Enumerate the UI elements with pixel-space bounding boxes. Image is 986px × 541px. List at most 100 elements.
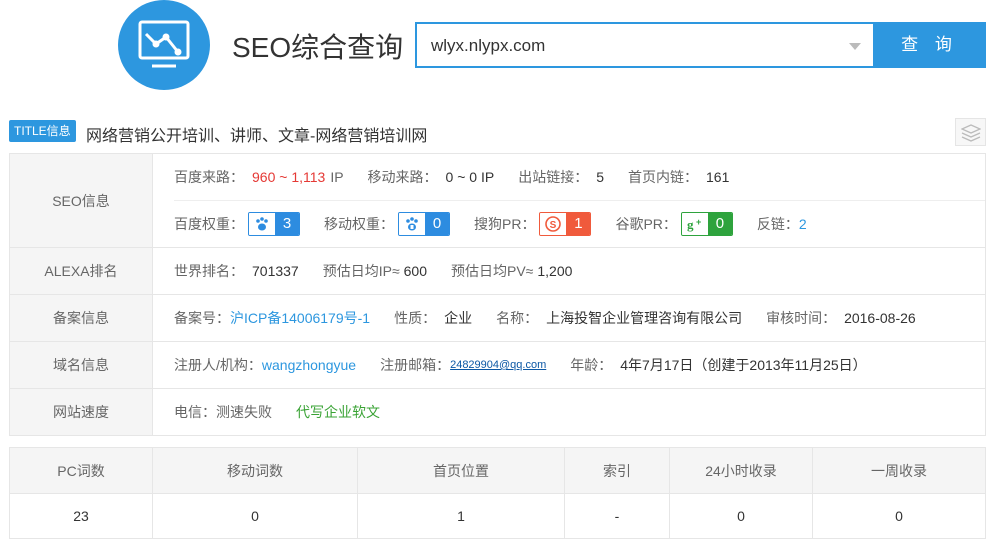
- mobile-paw-icon: [399, 213, 425, 235]
- inner-links-label: 首页内链：: [628, 169, 698, 185]
- alexa-content: 世界排名： 701337 预估日均IP≈ 600 预估日均PV≈ 1,200: [152, 247, 986, 295]
- kw-value-homepage: 1: [357, 493, 565, 539]
- sogou-pr-value: 1: [566, 213, 591, 235]
- icp-nature-label: 性质：: [394, 310, 437, 326]
- baidu-weight-label: 百度权重：: [174, 216, 244, 232]
- alexa-line: 世界排名： 701337 预估日均IP≈ 600 预估日均PV≈ 1,200: [174, 248, 985, 294]
- domain-label: 域名信息: [9, 341, 153, 389]
- search-box[interactable]: [415, 22, 873, 68]
- kw-header-mobile: 移动词数: [152, 447, 358, 494]
- registrant-link[interactable]: wangzhongyue: [262, 357, 356, 373]
- outbound-value: 5: [596, 169, 604, 185]
- speed-line: 电信： 测速失败 代写企业软文: [174, 389, 985, 435]
- svg-text:+: +: [696, 217, 701, 227]
- kw-value-mobile: 0: [152, 493, 358, 539]
- daily-pv-value: 1,200: [537, 263, 573, 279]
- baidu-weight: 百度权重： 3: [174, 212, 300, 236]
- daily-pv-label: 预估日均PV≈: [451, 263, 534, 279]
- layers-icon: [961, 124, 981, 142]
- search-button[interactable]: 查 询: [873, 22, 986, 68]
- registrant: 注册人/机构： wangzhongyue: [174, 355, 356, 375]
- logo[interactable]: [118, 0, 210, 90]
- registrant-label: 注册人/机构：: [174, 357, 262, 373]
- kw-header-homepage: 首页位置: [357, 447, 565, 494]
- inner-links: 首页内链： 161: [628, 167, 729, 187]
- telecom-value: 测速失败: [216, 404, 272, 420]
- title-info-badge: TITLE信息: [9, 120, 76, 142]
- ad-link[interactable]: 代写企业软文: [296, 402, 380, 422]
- icp-nature-value: 企业: [444, 310, 473, 326]
- world-rank-label: 世界排名：: [174, 263, 244, 279]
- telecom-label: 电信：: [174, 404, 216, 420]
- mobile-weight-value: 0: [425, 213, 449, 235]
- domain-content: 注册人/机构： wangzhongyue 注册邮箱： 24829904@qq.c…: [152, 341, 986, 389]
- svg-text:g: g: [687, 217, 694, 232]
- header: SEO综合查询 查 询: [0, 0, 986, 96]
- icp-content: 备案号： 沪ICP备14006179号-1 性质： 企业 名称： 上海投智企业管…: [152, 294, 986, 342]
- chevron-down-icon[interactable]: [849, 43, 861, 50]
- mobile-weight-badge[interactable]: 0: [398, 212, 450, 236]
- kw-value-week: 0: [812, 493, 986, 539]
- inner-links-value: 161: [706, 169, 730, 185]
- icp-name-label: 名称：: [496, 310, 539, 326]
- mobile-traffic-label: 移动来路：: [367, 169, 438, 185]
- search-input[interactable]: [429, 34, 833, 58]
- svg-text:S: S: [550, 220, 557, 231]
- seo-traffic-line: 百度来路： 960 ~ 1,113 IP 移动来路： 0 ~ 0 IP 出站链接…: [174, 154, 985, 200]
- icp-review: 审核时间： 2016-08-26: [766, 308, 916, 328]
- age-label: 年龄：: [570, 357, 613, 373]
- domain-age: 年龄： 4年7月17日（创建于2013年11月25日）: [570, 355, 866, 375]
- outbound-label: 出站链接：: [518, 169, 589, 185]
- daily-ip-label: 预估日均IP≈: [322, 263, 400, 279]
- google-label: 谷歌PR：: [615, 216, 677, 232]
- google-pr-badge[interactable]: g + 0: [680, 212, 733, 236]
- alexa-row: ALEXA排名 世界排名： 701337 预估日均IP≈ 600 预估日均PV≈…: [9, 247, 986, 295]
- sogou-icon: S: [540, 213, 567, 235]
- sogou-pr-badge[interactable]: S 1: [539, 212, 592, 236]
- google-pr: 谷歌PR： g + 0: [615, 212, 733, 236]
- baidu-traffic-unit: IP: [330, 169, 344, 185]
- layers-button[interactable]: [955, 118, 986, 146]
- seo-row: SEO信息 百度来路： 960 ~ 1,113 IP 移动来路： 0 ~ 0 I…: [9, 153, 986, 248]
- seo-label: SEO信息: [9, 153, 153, 248]
- registrant-email: 注册邮箱： 24829904@qq.com: [380, 355, 546, 375]
- telecom-speed: 电信： 测速失败: [174, 402, 272, 422]
- daily-ip-value: 600: [403, 263, 427, 279]
- google-plus-icon: g +: [681, 213, 708, 235]
- baidu-traffic-value: 960 ~ 1,113: [252, 169, 326, 185]
- domain-row: 域名信息 注册人/机构： wangzhongyue 注册邮箱： 24829904…: [9, 341, 986, 389]
- site-title-text: 网络营销公开培训、讲师、文章-网络营销培训网: [86, 128, 428, 145]
- icp-number: 备案号： 沪ICP备14006179号-1: [174, 308, 370, 328]
- icp-name: 名称： 上海投智企业管理咨询有限公司: [496, 308, 742, 328]
- mobile-traffic: 移动来路： 0 ~ 0 IP: [368, 167, 495, 187]
- outbound-links: 出站链接： 5: [518, 167, 604, 187]
- kw-header-24h: 24小时收录: [669, 447, 813, 494]
- kw-header-pc: PC词数: [9, 447, 153, 494]
- backlinks-link[interactable]: 2: [799, 216, 807, 232]
- icp-number-label: 备案号：: [174, 310, 230, 326]
- mobile-weight-label: 移动权重：: [324, 216, 394, 232]
- icp-number-link[interactable]: 沪ICP备14006179号-1: [230, 308, 370, 328]
- domain-line: 注册人/机构： wangzhongyue 注册邮箱： 24829904@qq.c…: [174, 342, 985, 388]
- keyword-table: PC词数 移动词数 首页位置 索引 24小时收录 一周收录 23 0 1 - 0…: [9, 447, 986, 539]
- keyword-value-row: 23 0 1 - 0 0: [9, 493, 986, 539]
- speed-content: 电信： 测速失败 代写企业软文: [152, 388, 986, 436]
- chart-monitor-icon: [138, 20, 190, 68]
- icp-review-value: 2016-08-26: [844, 310, 916, 326]
- email-link[interactable]: 24829904@qq.com: [450, 359, 546, 371]
- mobile-traffic-value: 0 ~ 0 IP: [445, 169, 495, 185]
- world-rank-value: 701337: [252, 263, 299, 279]
- baidu-traffic: 百度来路： 960 ~ 1,113 IP: [174, 167, 344, 187]
- kw-value-index: -: [564, 493, 670, 539]
- info-table: SEO信息 百度来路： 960 ~ 1,113 IP 移动来路： 0 ~ 0 I…: [9, 153, 986, 436]
- world-rank: 世界排名： 701337: [174, 261, 299, 281]
- kw-value-pc: 23: [9, 493, 153, 539]
- backlinks: 反链： 2: [757, 214, 807, 234]
- keyword-header-row: PC词数 移动词数 首页位置 索引 24小时收录 一周收录: [9, 447, 986, 494]
- baidu-paw-icon: [249, 213, 275, 235]
- email-label: 注册邮箱：: [380, 357, 451, 373]
- icp-nature: 性质： 企业: [394, 308, 472, 328]
- baidu-weight-badge[interactable]: 3: [248, 212, 300, 236]
- icp-row: 备案信息 备案号： 沪ICP备14006179号-1 性质： 企业 名称： 上海…: [9, 294, 986, 342]
- baidu-weight-value: 3: [275, 213, 299, 235]
